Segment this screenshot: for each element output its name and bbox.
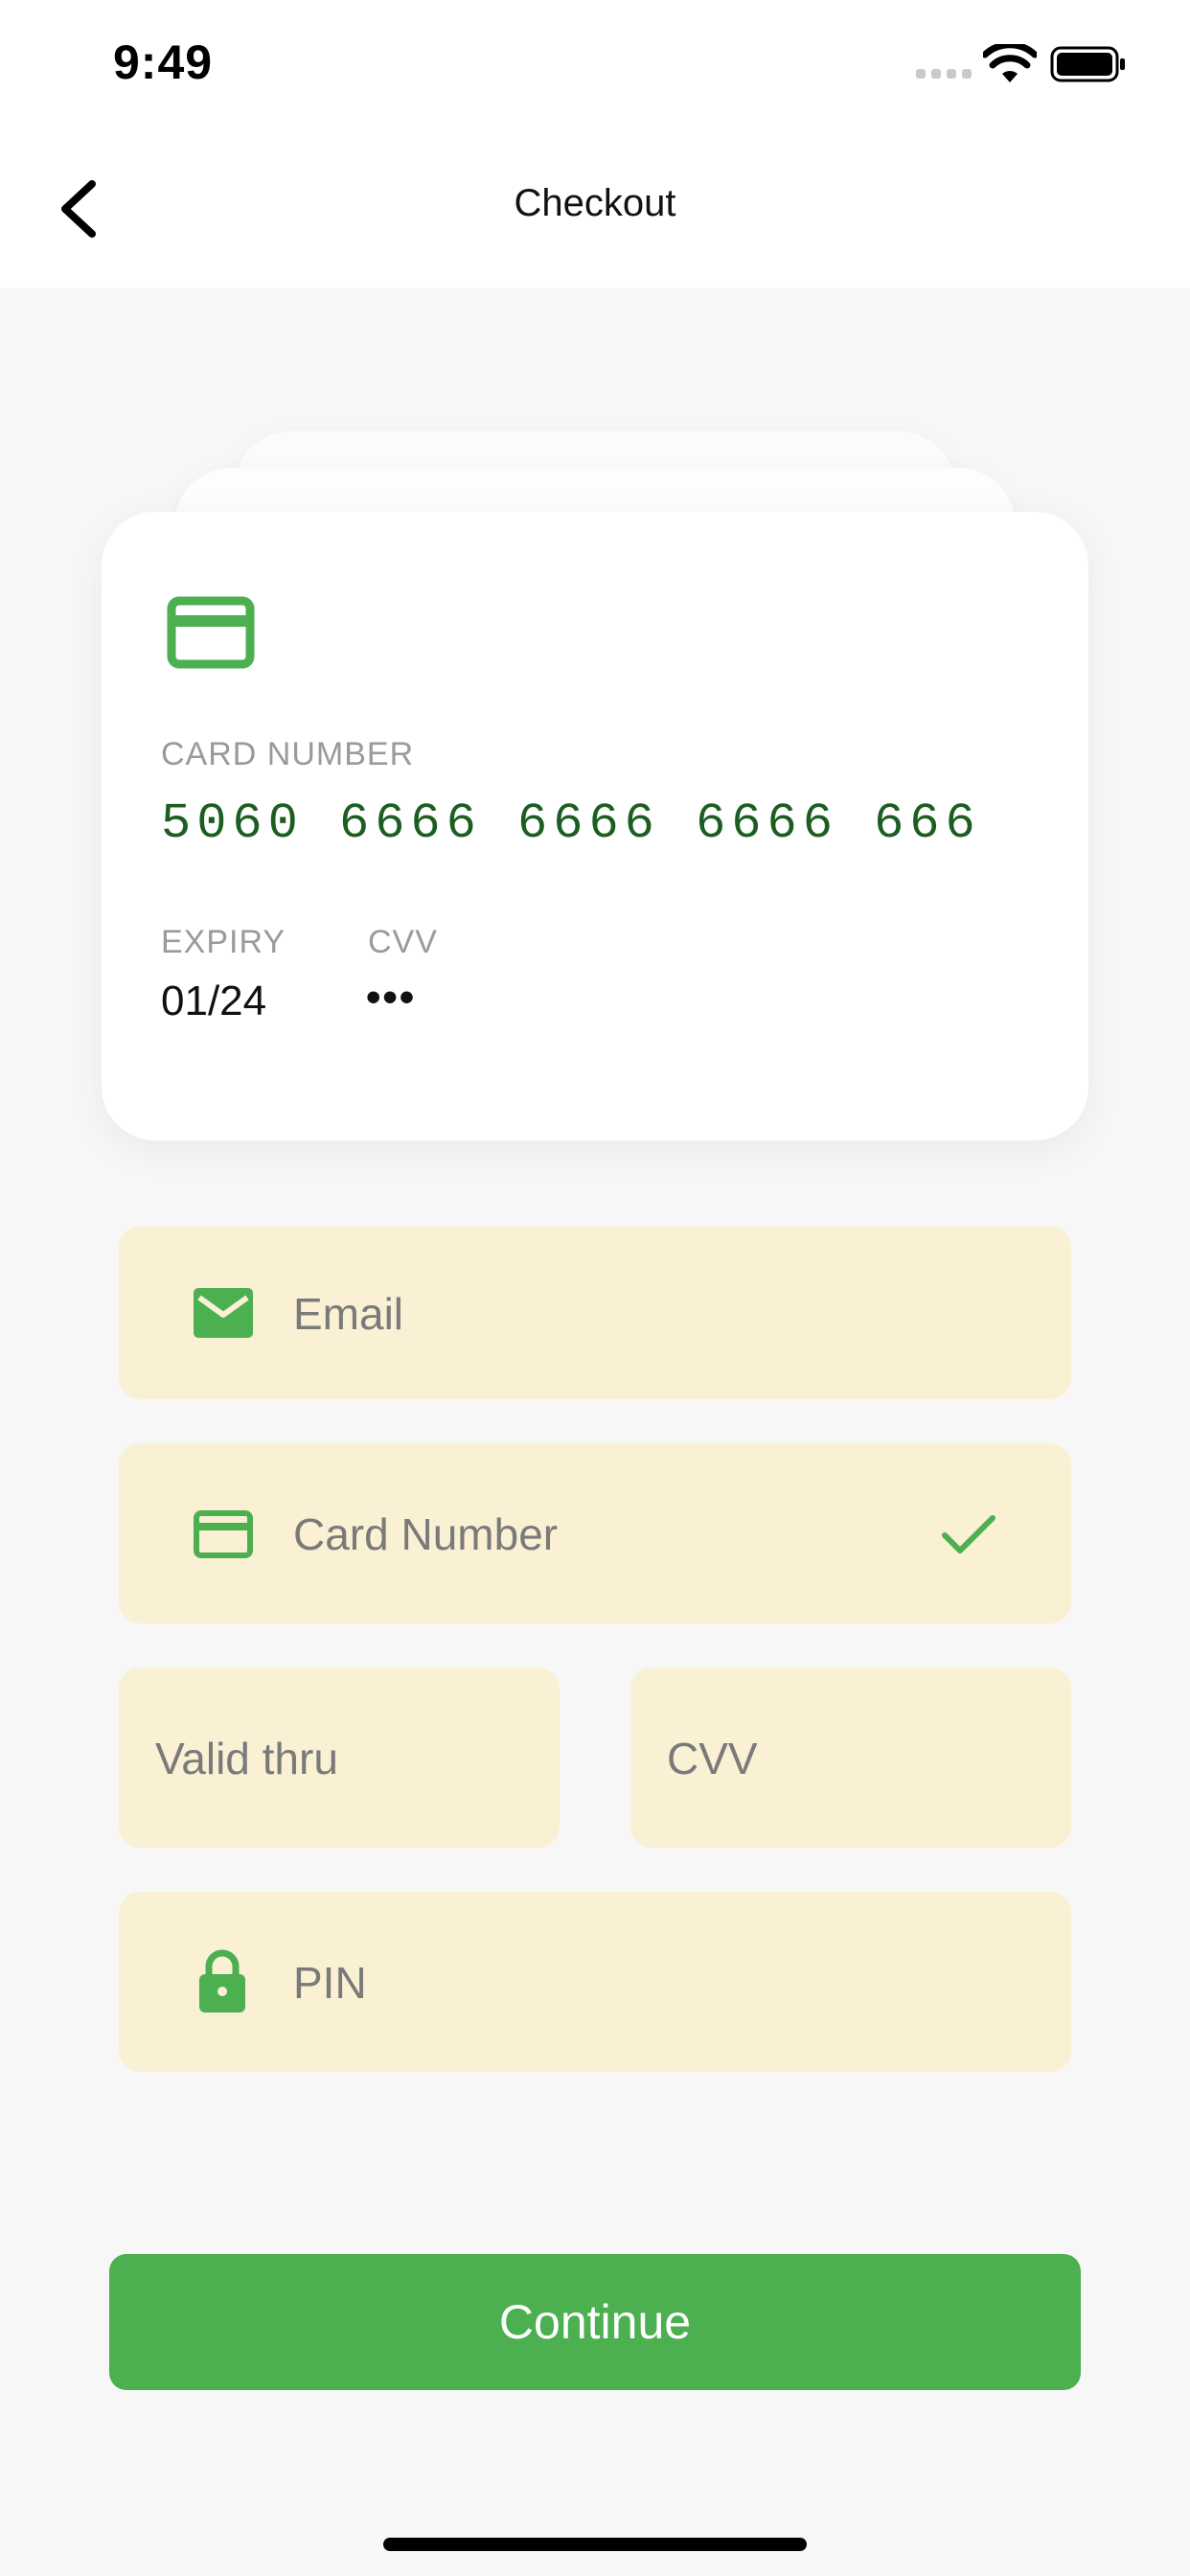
status-time: 9:49 [113, 35, 214, 89]
expiry-value: 01/24 [161, 978, 267, 1024]
valid-thru-placeholder: Valid thru [155, 1734, 338, 1783]
card-number-value: 5060 6666 6666 6666 666 [161, 795, 981, 852]
cvv-field[interactable]: CVV [630, 1668, 1071, 1848]
mail-icon [194, 1288, 253, 1338]
credit-card-icon [167, 596, 255, 669]
email-placeholder: Email [293, 1289, 404, 1339]
cvv-value: ••• [366, 974, 417, 1021]
battery-icon [1050, 46, 1125, 82]
pin-field[interactable]: PIN [119, 1892, 1071, 2072]
cellular-signal-icon [916, 69, 973, 79]
cvv-placeholder: CVV [667, 1734, 758, 1783]
valid-thru-field[interactable]: Valid thru [119, 1668, 560, 1848]
page-title: Checkout [514, 182, 676, 224]
expiry-label: EXPIRY [161, 924, 286, 960]
card-number-field[interactable]: Card Number [119, 1443, 1071, 1623]
continue-button[interactable]: Continue [109, 2254, 1081, 2390]
pin-placeholder: PIN [293, 1958, 367, 2008]
wifi-icon [983, 44, 1037, 82]
checkmark-icon [942, 1515, 995, 1553]
card-number-placeholder: Card Number [293, 1509, 559, 1559]
cvv-label: CVV [368, 924, 438, 960]
email-field[interactable]: Email [119, 1227, 1071, 1399]
lock-icon [199, 1949, 245, 2012]
credit-card-icon [194, 1510, 253, 1558]
card-number-label: CARD NUMBER [161, 736, 415, 772]
home-indicator [383, 2538, 807, 2551]
